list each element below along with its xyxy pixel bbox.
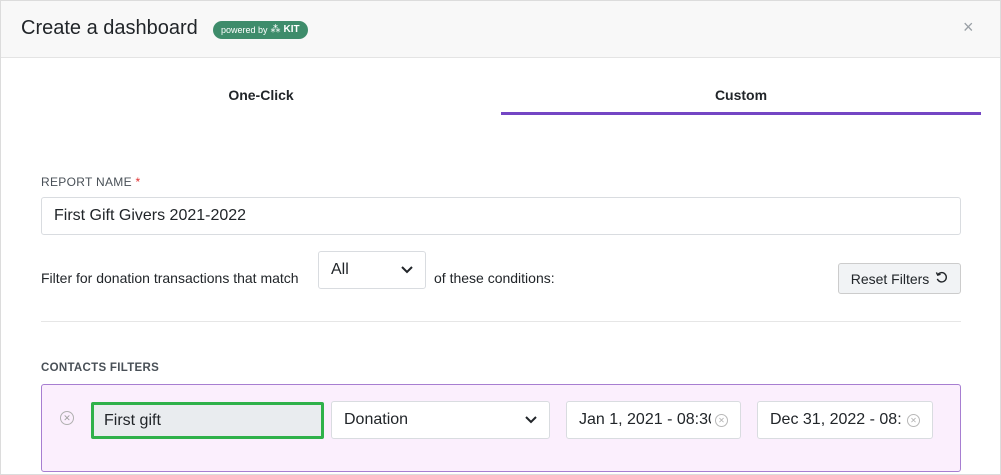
close-icon[interactable]: × <box>963 17 974 37</box>
section-divider <box>41 321 961 322</box>
modal-header: Create a dashboard powered by ⁂ KIT × <box>1 1 1000 58</box>
report-name-label: REPORT NAME * <box>41 175 141 189</box>
reset-filters-button[interactable]: Reset Filters <box>838 263 961 294</box>
badge-brand: KIT <box>283 24 300 35</box>
match-select-value: All <box>331 261 349 278</box>
clear-end-date-icon[interactable]: ✕ <box>907 413 920 427</box>
filter-type-value: Donation <box>344 411 409 428</box>
reset-filters-label: Reset Filters <box>850 270 930 287</box>
chevron-down-icon <box>401 263 413 277</box>
badge-prefix: powered by <box>221 25 268 35</box>
modal-title: Create a dashboard <box>21 17 198 39</box>
undo-icon <box>935 271 948 287</box>
start-date-value: Jan 1, 2021 - 08:30 <box>579 411 711 428</box>
end-date-input[interactable]: Dec 31, 2022 - 08:30 ✕ <box>757 401 933 439</box>
report-name-input[interactable]: First Gift Givers 2021-2022 <box>41 197 961 235</box>
kit-logo-icon: ⁂ <box>270 24 281 35</box>
filter-pre-text: Filter for donation transactions that ma… <box>41 270 299 286</box>
report-name-label-text: REPORT NAME <box>41 175 132 189</box>
active-tab-indicator <box>501 112 981 115</box>
match-select[interactable]: All <box>318 251 426 289</box>
remove-filter-icon[interactable]: ✕ <box>60 411 74 425</box>
clear-start-date-icon[interactable]: ✕ <box>715 413 728 427</box>
filter-post-text: of these conditions: <box>434 270 555 286</box>
chevron-down-icon <box>525 413 537 427</box>
contacts-filters-label: CONTACTS FILTERS <box>41 362 160 374</box>
end-date-value: Dec 31, 2022 - 08:30 <box>770 411 902 428</box>
required-mark: * <box>135 175 141 189</box>
filter-field-select[interactable]: First gift <box>91 402 324 439</box>
start-date-input[interactable]: Jan 1, 2021 - 08:30 ✕ <box>566 401 741 439</box>
powered-by-kit-badge: powered by ⁂ KIT <box>213 21 308 39</box>
filter-type-select[interactable]: Donation <box>331 401 550 439</box>
create-dashboard-modal: Create a dashboard powered by ⁂ KIT × On… <box>0 0 1001 475</box>
tab-custom[interactable]: Custom <box>501 87 981 103</box>
tab-one-click[interactable]: One-Click <box>21 87 501 103</box>
